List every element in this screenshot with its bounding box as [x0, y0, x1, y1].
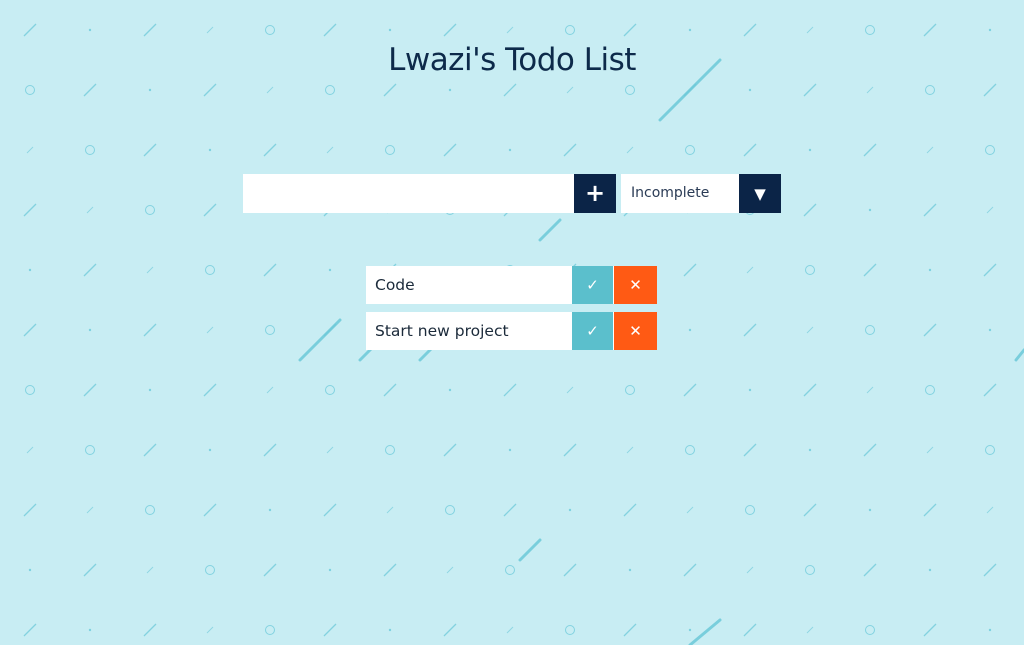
filter-select[interactable]: Incomplete ▼	[621, 174, 781, 213]
filter-select-value: Incomplete	[631, 185, 710, 201]
todo-app: Lwazi's Todo List + Incomplete ▼ Code ✓ …	[0, 0, 1024, 645]
todo-item: Start new project ✓ ✕	[366, 312, 657, 350]
check-icon: ✓	[586, 322, 599, 340]
plus-icon: +	[584, 179, 606, 207]
todo-item: Code ✓ ✕	[366, 266, 657, 304]
complete-button[interactable]: ✓	[572, 266, 614, 304]
close-icon: ✕	[629, 322, 642, 340]
todo-input[interactable]	[243, 174, 574, 213]
delete-button[interactable]: ✕	[614, 312, 657, 350]
delete-button[interactable]: ✕	[614, 266, 657, 304]
todo-text: Start new project	[366, 312, 572, 350]
todo-text: Code	[366, 266, 572, 304]
check-icon: ✓	[586, 276, 599, 294]
chevron-down-icon[interactable]: ▼	[739, 174, 781, 213]
page-title: Lwazi's Todo List	[388, 42, 636, 78]
todo-form: + Incomplete ▼	[243, 174, 781, 213]
todo-list: Code ✓ ✕ Start new project ✓ ✕	[366, 266, 657, 358]
close-icon: ✕	[629, 276, 642, 294]
complete-button[interactable]: ✓	[572, 312, 614, 350]
add-todo-button[interactable]: +	[574, 174, 616, 213]
